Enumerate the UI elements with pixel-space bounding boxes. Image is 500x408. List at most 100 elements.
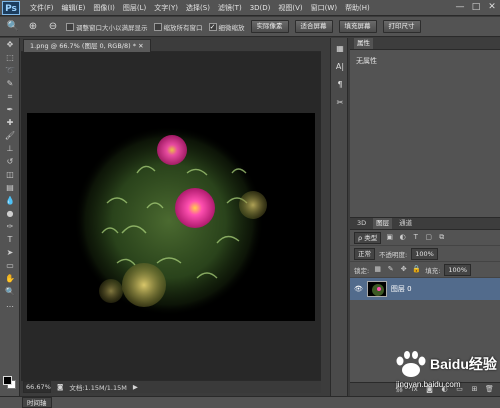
paragraph-icon[interactable]: ¶ — [332, 78, 348, 92]
path-select-tool-icon[interactable]: ➤ — [0, 246, 20, 259]
watermark-brand: Baidu经验 — [430, 356, 497, 372]
move-tool-icon[interactable]: ✥ — [0, 38, 20, 51]
menu-help[interactable]: 帮助(H) — [341, 0, 374, 16]
menu-file[interactable]: 文件(F) — [26, 0, 58, 16]
hand-tool-icon[interactable]: ✋ — [0, 272, 20, 285]
options-bar: 🔍 ⊕ ⊖ 调整窗口大小以满屏显示 缩放所有窗口 ✓ 细微缩放 实际像素 适合屏… — [0, 17, 500, 37]
more-tools-icon[interactable]: … — [0, 298, 20, 311]
tab-layers[interactable]: 图层 — [373, 218, 393, 229]
zoom-level-field[interactable]: 66.67% — [23, 381, 51, 393]
fit-screen-button[interactable]: 适合屏幕 — [294, 20, 333, 33]
zoom-out-icon[interactable]: ⊖ — [46, 20, 60, 34]
properties-panel: 无属性 — [350, 50, 500, 218]
lock-transparency-icon[interactable]: ▦ — [373, 265, 382, 274]
properties-empty-text: 无属性 — [356, 57, 377, 65]
zoom-tool-icon[interactable]: 🔍 — [6, 20, 20, 34]
type-filter-icon[interactable]: T — [411, 233, 420, 242]
history-icon[interactable]: ▦ — [332, 42, 348, 56]
menu-window[interactable]: 窗口(W) — [307, 0, 341, 16]
pink-flower-center — [175, 188, 215, 228]
lock-all-icon[interactable]: 🔒 — [412, 265, 421, 274]
menu-layer[interactable]: 图层(L) — [119, 0, 150, 16]
menu-3d[interactable]: 3D(D) — [246, 0, 275, 16]
character-icon[interactable]: A| — [332, 60, 348, 74]
layer-row[interactable]: 👁 图层 0 — [350, 278, 500, 300]
status-menu-icon[interactable]: ◙ — [57, 383, 63, 391]
status-arrow-icon[interactable]: ▶ — [133, 383, 138, 391]
lock-pixels-icon[interactable]: ✎ — [386, 265, 395, 274]
timeline-tab[interactable]: 时间轴 — [22, 397, 52, 408]
lock-label: 锁定: — [354, 266, 370, 275]
pink-flower-top — [157, 135, 187, 165]
tab-channels[interactable]: 通道 — [396, 218, 415, 229]
healing-brush-tool-icon[interactable]: ✚ — [0, 116, 20, 129]
menu-edit[interactable]: 编辑(E) — [58, 0, 90, 16]
zoom-in-icon[interactable]: ⊕ — [26, 20, 40, 34]
menu-view[interactable]: 视图(V) — [274, 0, 306, 16]
document-tab[interactable]: 1.png @ 66.7% (图层 0, RGB/8) * ✕ — [23, 39, 151, 52]
tab-properties[interactable]: 属性 — [354, 38, 373, 49]
eye-icon[interactable]: 👁 — [354, 285, 363, 293]
smart-object-filter-icon[interactable]: ⧉ — [437, 233, 446, 242]
layer-filter-row: ρ 类型 ▣ ◐ T ▢ ⧉ — [350, 230, 500, 246]
tools-presets-icon[interactable]: ✂ — [332, 96, 348, 110]
tools-panel: ✥ ⬚ ➰ ✎ ⌗ ✒ ✚ 🖌 ⊥ ↺ ◫ ▤ 💧 ● ✑ T ➤ ▭ ✋ 🔍 … — [0, 38, 20, 396]
close-tab-icon[interactable]: ✕ — [138, 42, 143, 50]
print-size-button[interactable]: 打印尺寸 — [382, 20, 421, 33]
crop-tool-icon[interactable]: ⌗ — [0, 90, 20, 103]
layers-tab-header: 3D 图层 通道 — [350, 218, 500, 230]
yellow-flower-bottom — [122, 263, 166, 307]
minimize-button[interactable]: — — [454, 2, 466, 13]
dodge-tool-icon[interactable]: ● — [0, 207, 20, 220]
fill-label: 填充: — [425, 266, 441, 275]
lock-position-icon[interactable]: ✥ — [399, 265, 408, 274]
properties-header: 属性 — [350, 38, 500, 50]
canvas-workspace[interactable] — [21, 52, 321, 380]
zoom-tool-icon[interactable]: 🔍 — [0, 285, 20, 298]
maximize-button[interactable]: □ — [470, 2, 482, 13]
pixel-filter-icon[interactable]: ▣ — [385, 233, 394, 242]
blend-row: 正常 不透明度: 100% — [350, 246, 500, 262]
checkbox-unchecked-icon[interactable] — [66, 22, 74, 31]
fill-field[interactable]: 100% — [444, 263, 471, 276]
marquee-tool-icon[interactable]: ⬚ — [0, 51, 20, 64]
scrubby-zoom-checkbox[interactable]: ✓ 细微缩放 — [208, 22, 245, 32]
opacity-label: 不透明度: — [379, 250, 408, 259]
close-button[interactable]: ✕ — [486, 2, 498, 13]
type-tool-icon[interactable]: T — [0, 233, 20, 246]
eraser-tool-icon[interactable]: ◫ — [0, 168, 20, 181]
checkbox-checked-icon[interactable]: ✓ — [208, 22, 217, 31]
watermark-url: jingyan.baidu.com — [396, 380, 461, 389]
menu-image[interactable]: 图像(I) — [89, 0, 119, 16]
zoom-all-checkbox[interactable]: 缩放所有窗口 — [153, 22, 203, 32]
menu-items: 文件(F) 编辑(E) 图像(I) 图层(L) 文字(Y) 选择(S) 滤镜(T… — [26, 0, 374, 16]
checkbox-unchecked-icon[interactable] — [153, 22, 162, 31]
eyedropper-tool-icon[interactable]: ✒ — [0, 103, 20, 116]
quick-select-tool-icon[interactable]: ✎ — [0, 77, 20, 90]
shape-filter-icon[interactable]: ▢ — [424, 233, 433, 242]
document-canvas[interactable] — [27, 113, 315, 321]
lasso-tool-icon[interactable]: ➰ — [0, 64, 20, 77]
foreground-color-swatch[interactable] — [3, 376, 12, 385]
resize-windows-checkbox[interactable]: 调整窗口大小以满屏显示 — [66, 22, 148, 32]
gradient-tool-icon[interactable]: ▤ — [0, 181, 20, 194]
layer-thumbnail — [366, 281, 387, 297]
adjustment-filter-icon[interactable]: ◐ — [398, 233, 407, 242]
menu-select[interactable]: 选择(S) — [182, 0, 214, 16]
blur-tool-icon[interactable]: 💧 — [0, 194, 20, 207]
pen-tool-icon[interactable]: ✑ — [0, 220, 20, 233]
blend-mode-dropdown[interactable]: 正常 — [354, 247, 375, 260]
clone-stamp-tool-icon[interactable]: ⊥ — [0, 142, 20, 155]
lock-row: 锁定: ▦ ✎ ✥ 🔒 填充: 100% — [350, 262, 500, 278]
menu-filter[interactable]: 滤镜(T) — [214, 0, 246, 16]
brush-tool-icon[interactable]: 🖌 — [0, 129, 20, 142]
status-bar: 66.67% ◙ 文档:1.15M/1.15M ▶ — [21, 380, 321, 393]
history-brush-tool-icon[interactable]: ↺ — [0, 155, 20, 168]
menu-type[interactable]: 文字(Y) — [150, 0, 182, 16]
opacity-field[interactable]: 100% — [411, 247, 438, 260]
actual-pixels-button[interactable]: 实际像素 — [250, 20, 289, 33]
tab-3d[interactable]: 3D — [354, 218, 369, 229]
fill-screen-button[interactable]: 填充屏幕 — [338, 20, 377, 33]
rectangle-tool-icon[interactable]: ▭ — [0, 259, 20, 272]
kind-filter-dropdown[interactable]: ρ 类型 — [354, 231, 382, 244]
